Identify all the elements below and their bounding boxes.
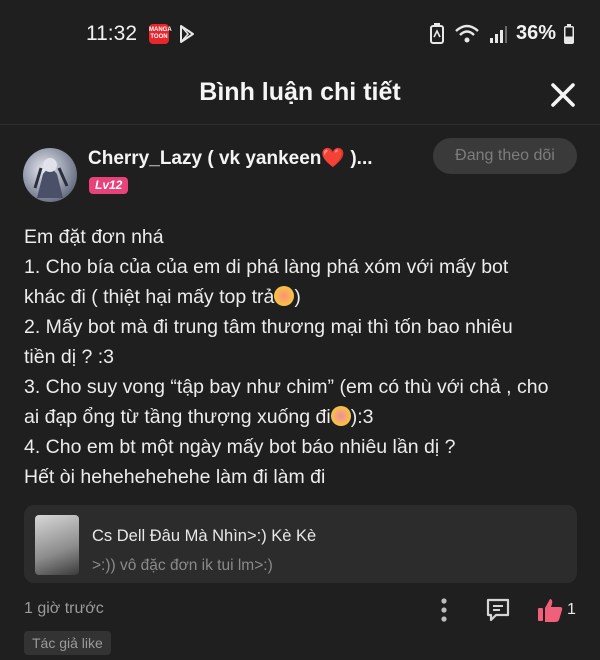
close-icon[interactable] (548, 80, 578, 110)
comment-line: Hết òi hehehehehehe làm đi làm đi (24, 466, 326, 488)
more-options-icon[interactable] (436, 597, 452, 623)
like-thumb-icon[interactable] (536, 596, 564, 624)
status-time: 11:32 (86, 22, 137, 45)
timestamp: 1 giờ trước (24, 600, 104, 617)
header-bar: Bình luận chi tiết (0, 66, 600, 125)
comment-line: khác đi ( thiệt hại mấy top trả) (24, 286, 301, 308)
wifi-icon (455, 24, 479, 42)
comment-line: 3. Cho suy vong “tập bay như chim” (em c… (24, 376, 549, 398)
dizzy-face-emoji-icon (274, 286, 295, 306)
smiling-hearts-emoji-icon (330, 406, 351, 426)
reply-author: Cs Dell Đâu Mà Nhìn>:) Kè Kè (92, 527, 317, 545)
comment-line: Em đặt đơn nhá (24, 226, 164, 248)
page-title: Bình luận chi tiết (199, 78, 401, 106)
username[interactable]: Cherry_Lazy ( vk yankeen❤️ )... (88, 146, 373, 170)
battery-percent: 36% (515, 22, 556, 44)
reply-icon[interactable] (485, 597, 511, 623)
mangatoon-app-icon: MANGA TOON (149, 24, 172, 44)
reply-thumbnail (35, 515, 79, 575)
battery-icon (564, 23, 574, 44)
signal-icon (489, 25, 507, 43)
comment-line: 4. Cho em bt một ngày mấy bot báo nhiêu … (24, 436, 456, 458)
comment-line: 2. Mấy bot mà đi trung tâm thương mại th… (24, 316, 513, 338)
like-count: 1 (567, 601, 576, 618)
reply-preview[interactable]: Cs Dell Đâu Mà Nhìn>:) Kè Kè >:)) vô đặc… (24, 505, 577, 583)
battery-saver-icon (429, 22, 444, 44)
play-store-icon (180, 25, 194, 43)
following-button[interactable]: Đang theo dõi (433, 138, 577, 174)
comment-line: tiền dị ? :3 (24, 346, 114, 368)
comment-line: ai đạp ổng từ tầng thượng xuống đi):3 (24, 406, 374, 428)
level-badge: Lv12 (89, 177, 129, 194)
author-liked-badge: Tác giả like (24, 631, 111, 655)
status-bar: 11:32 MANGA TOON 36% (0, 0, 600, 66)
comment-body: Em đặt đơn nhá 1. Cho bía của của em di … (24, 222, 584, 492)
reply-text: >:)) vô đặc đơn ik tui lm>:) (92, 557, 273, 574)
comment-line: 1. Cho bía của của em di phá làng phá xó… (24, 256, 509, 278)
avatar[interactable] (23, 148, 77, 202)
